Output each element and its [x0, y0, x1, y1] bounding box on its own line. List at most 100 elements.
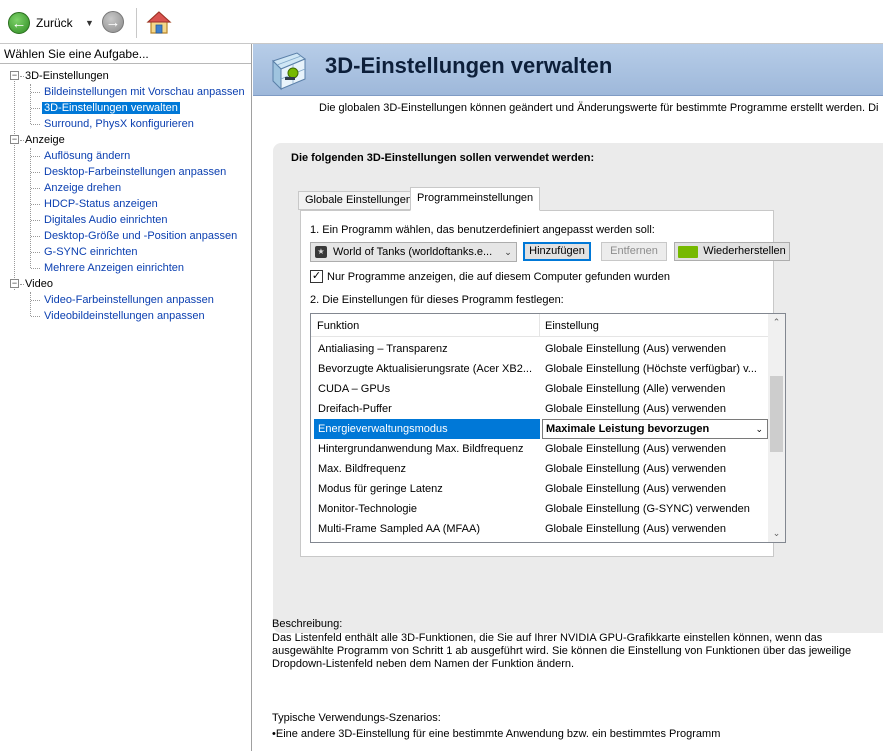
usage-item-text: Eine andere 3D-Einstellung für eine best…	[275, 728, 721, 740]
settings-heading: Die folgenden 3D-Einstellungen sollen ve…	[291, 152, 595, 164]
scrollbar-thumb[interactable]	[770, 376, 783, 452]
back-arrow-icon: ←	[8, 12, 30, 34]
tree-item-rotate-display[interactable]: Anzeige drehen	[0, 180, 251, 196]
tree-item-change-resolution[interactable]: Auflösung ändern	[0, 148, 251, 164]
tree-item-digital-audio[interactable]: Digitales Audio einrichten	[0, 212, 251, 228]
settings-list[interactable]: Funktion Einstellung Antialiasing – Tran…	[310, 313, 786, 543]
tree-category-label: 3D-Einstellungen	[25, 70, 109, 82]
table-row[interactable]: Dreifach-Puffer Globale Einstellung (Aus…	[314, 399, 767, 419]
table-row[interactable]: Monitor-Technologie Globale Einstellung …	[314, 499, 767, 519]
scroll-up-icon[interactable]: ⌃	[768, 314, 785, 331]
tree-item-surround-physx[interactable]: Surround, PhysX konfigurieren	[0, 116, 251, 132]
description-label: Beschreibung:	[272, 618, 343, 630]
home-button[interactable]	[146, 10, 172, 36]
row-function: Dreifach-Puffer	[318, 403, 392, 415]
back-label: Zurück	[36, 16, 73, 30]
row-setting[interactable]: Globale Einstellung (Aus) verwenden	[545, 439, 763, 459]
collapse-icon[interactable]: −	[10, 135, 19, 144]
row-function: CUDA – GPUs	[318, 383, 391, 395]
tree-category-video[interactable]: − Video	[0, 276, 251, 292]
page-title: 3D-Einstellungen verwalten	[325, 53, 613, 78]
history-dropdown-icon[interactable]: ▼	[85, 18, 94, 28]
tree-item-desktop-color[interactable]: Desktop-Farbeinstellungen anpassen	[0, 164, 251, 180]
tree-category-3d-settings[interactable]: − 3D-Einstellungen	[0, 68, 251, 84]
tree-item-image-preview[interactable]: Bildeinstellungen mit Vorschau anpassen	[0, 84, 251, 100]
program-select[interactable]: ★ World of Tanks (worldoftanks.e... ⌄	[310, 242, 517, 262]
list-header: Funktion Einstellung	[311, 314, 769, 337]
3d-settings-icon	[272, 52, 306, 91]
nvidia-logo-icon	[678, 245, 699, 258]
tree-item-video-image[interactable]: Videobildeinstellungen anpassen	[0, 308, 251, 324]
forward-button[interactable]: →	[102, 11, 124, 33]
settings-box: Die folgenden 3D-Einstellungen sollen ve…	[273, 143, 883, 633]
row-setting[interactable]: Globale Einstellung (G-SYNC) verwenden	[545, 499, 763, 519]
add-program-button[interactable]: Hinzufügen	[523, 242, 591, 261]
back-button[interactable]: ← Zurück	[8, 11, 73, 35]
table-row-selected[interactable]: Energieverwaltungsmodus Maximale Leistun…	[314, 419, 768, 439]
show-found-programs-checkbox[interactable]: ✓	[310, 270, 323, 283]
row-function: Monitor-Technologie	[318, 503, 418, 515]
tree-category-label: Video	[25, 278, 53, 290]
table-row[interactable]: CUDA – GPUs Globale Einstellung (Alle) v…	[314, 379, 767, 399]
tree-category-label: Anzeige	[25, 134, 65, 146]
world-of-tanks-icon: ★	[315, 246, 327, 258]
chevron-down-icon: ⌄	[755, 424, 763, 434]
row-function: Multi-Frame Sampled AA (MFAA)	[318, 523, 480, 535]
row-function: Antialiasing – Transparenz	[318, 343, 448, 355]
remove-program-button[interactable]: Entfernen	[601, 242, 667, 261]
toolbar: ← Zurück ▼ →	[0, 0, 883, 44]
chevron-down-icon: ⌄	[504, 246, 512, 257]
table-row[interactable]: Antialiasing – Transparenz Globale Einst…	[314, 339, 767, 359]
table-row[interactable]: Hintergrundanwendung Max. Bildfrequenz G…	[314, 439, 767, 459]
restore-button[interactable]: Wiederherstellen	[674, 242, 790, 261]
tab-program-settings[interactable]: Programmeinstellungen	[410, 187, 541, 211]
tree-item-manage-3d-settings[interactable]: 3D-Einstellungen verwalten	[0, 100, 251, 116]
row-setting[interactable]: Globale Einstellung (Alle) verwenden	[545, 379, 763, 399]
table-row[interactable]: Bevorzugte Aktualisierungsrate (Acer XB2…	[314, 359, 767, 379]
row-setting-dropdown[interactable]: Maximale Leistung bevorzugen ⌄	[542, 419, 768, 439]
table-row[interactable]: Max. Bildfrequenz Globale Einstellung (A…	[314, 459, 767, 479]
tree-item-gsync[interactable]: G-SYNC einrichten	[0, 244, 251, 260]
row-setting[interactable]: Globale Einstellung (Aus) verwenden	[545, 399, 763, 419]
row-setting-value: Maximale Leistung bevorzugen	[546, 423, 710, 435]
table-row[interactable]: Modus für geringe Latenz Globale Einstel…	[314, 479, 767, 499]
row-setting[interactable]: Globale Einstellung (Aus) verwenden	[545, 519, 763, 539]
row-setting[interactable]: Globale Einstellung (Höchste verfügbar) …	[545, 359, 763, 379]
row-function: Hintergrundanwendung Max. Bildfrequenz	[318, 443, 524, 455]
list-scrollbar[interactable]: ⌃ ⌄	[768, 314, 785, 542]
usage-label: Typische Verwendungs-Szenarios:	[272, 712, 441, 724]
page-intro: Die globalen 3D-Einstellungen können geä…	[319, 102, 879, 114]
row-function: Energieverwaltungsmodus	[314, 419, 540, 439]
usage-item: •Eine andere 3D-Einstellung für eine bes…	[272, 728, 720, 740]
scroll-down-icon[interactable]: ⌄	[768, 525, 785, 542]
task-panel-header: Wählen Sie eine Aufgabe...	[0, 44, 251, 64]
restore-label: Wiederherstellen	[703, 245, 786, 257]
tree-item-multiple-displays[interactable]: Mehrere Anzeigen einrichten	[0, 260, 251, 276]
tab-global-settings[interactable]: Globale Einstellungen	[298, 191, 420, 210]
tree-item-hdcp-status[interactable]: HDCP-Status anzeigen	[0, 196, 251, 212]
forward-arrow-icon: →	[102, 11, 124, 33]
toolbar-separator	[136, 8, 137, 38]
show-found-programs-option[interactable]: ✓ Nur Programme anzeigen, die auf diesem…	[310, 270, 670, 283]
row-setting[interactable]: Globale Einstellung (Aus) verwenden	[545, 459, 763, 479]
column-header-setting[interactable]: Einstellung	[545, 320, 599, 332]
description-text: Das Listenfeld enthält alle 3D-Funktione…	[272, 632, 852, 670]
content-panel: 3D-Einstellungen verwalten Die globalen …	[253, 44, 883, 751]
home-icon	[146, 11, 172, 34]
program-select-value: World of Tanks (worldoftanks.e...	[333, 246, 493, 258]
collapse-icon[interactable]: −	[10, 279, 19, 288]
tree-item-video-color[interactable]: Video-Farbeinstellungen anpassen	[0, 292, 251, 308]
column-header-function[interactable]: Funktion	[317, 320, 359, 332]
collapse-icon[interactable]: −	[10, 71, 19, 80]
row-setting[interactable]: Globale Einstellung (Aus) verwenden	[545, 339, 763, 359]
row-function: Modus für geringe Latenz	[318, 483, 443, 495]
row-function: Max. Bildfrequenz	[318, 463, 407, 475]
program-settings-panel: 1. Ein Programm wählen, das benutzerdefi…	[300, 210, 790, 557]
tree-item-desktop-size-position[interactable]: Desktop-Größe und -Position anpassen	[0, 228, 251, 244]
tree-category-display[interactable]: − Anzeige	[0, 132, 251, 148]
table-row[interactable]: Multi-Frame Sampled AA (MFAA) Globale Ei…	[314, 519, 767, 539]
row-setting[interactable]: Globale Einstellung (Aus) verwenden	[545, 479, 763, 499]
row-function: Bevorzugte Aktualisierungsrate (Acer XB2…	[318, 363, 532, 375]
task-panel: Wählen Sie eine Aufgabe... − 3D-Einstell…	[0, 44, 252, 751]
step1-label: 1. Ein Programm wählen, das benutzerdefi…	[310, 224, 655, 236]
